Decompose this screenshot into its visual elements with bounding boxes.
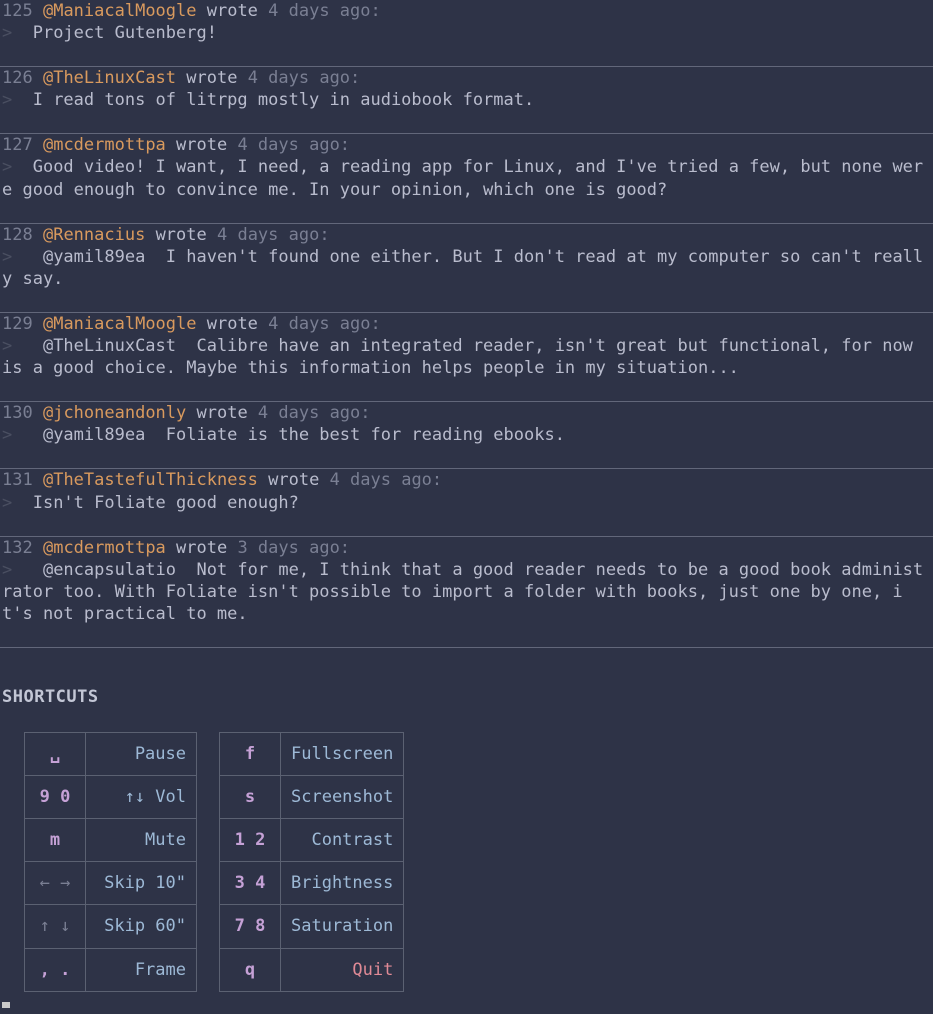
comment-header: 132 @mcdermottpa wrote 3 days ago: xyxy=(2,537,931,559)
comment-number: 125 xyxy=(2,1,33,21)
shortcut-desc: Brightness xyxy=(281,862,404,905)
comment-number: 132 xyxy=(2,538,33,558)
shortcuts-heading: SHORTCUTS xyxy=(0,686,933,708)
comment-number: 128 xyxy=(2,225,33,245)
shortcut-row: , .Frame xyxy=(25,948,197,991)
comment-user[interactable]: @Rennacius xyxy=(43,225,145,245)
comment-user[interactable]: @mcdermottpa xyxy=(43,538,166,558)
comment-number: 131 xyxy=(2,470,33,490)
shortcut-desc: Skip 10" xyxy=(86,862,197,905)
shortcut-row: 1 2Contrast xyxy=(220,819,404,862)
shortcut-row: qQuit xyxy=(220,948,404,991)
shortcut-key: 1 2 xyxy=(220,819,281,862)
comment-number: 127 xyxy=(2,135,33,155)
shortcut-desc: Mute xyxy=(86,819,197,862)
comment-user[interactable]: @ManiacalMoogle xyxy=(43,1,197,21)
comment-header: 126 @TheLinuxCast wrote 4 days ago: xyxy=(2,67,931,89)
comment-body: > @yamil89ea I haven't found one either.… xyxy=(2,246,931,290)
comment-header: 127 @mcdermottpa wrote 4 days ago: xyxy=(2,134,931,156)
comment-timestamp: 4 days ago: xyxy=(237,135,350,155)
shortcut-desc: Pause xyxy=(86,733,197,776)
comment-body: > I read tons of litrpg mostly in audiob… xyxy=(2,89,931,111)
comment-header: 130 @jchoneandonly wrote 4 days ago: xyxy=(2,402,931,424)
comment-body: > Isn't Foliate good enough? xyxy=(2,492,931,514)
comment-wrote: wrote xyxy=(145,225,217,245)
shortcut-desc: Frame xyxy=(86,948,197,991)
shortcut-row: ← →Skip 10" xyxy=(25,862,197,905)
shortcut-desc: Quit xyxy=(281,948,404,991)
comment: 127 @mcdermottpa wrote 4 days ago:> Good… xyxy=(0,134,933,223)
comment-user[interactable]: @mcdermottpa xyxy=(43,135,166,155)
comment-timestamp: 4 days ago: xyxy=(217,225,330,245)
shortcut-row: fFullscreen xyxy=(220,733,404,776)
shortcut-key: ↑ ↓ xyxy=(25,905,86,948)
comment-user[interactable]: @TheLinuxCast xyxy=(43,68,176,88)
comment-body: > @encapsulatio Not for me, I think that… xyxy=(2,559,931,625)
comment-header: 131 @TheTastefulThickness wrote 4 days a… xyxy=(2,469,931,491)
comment-body: > Project Gutenberg! xyxy=(2,22,931,44)
shortcuts-table-left: ␣Pause9 0↑↓ VolmMute← →Skip 10"↑ ↓Skip 6… xyxy=(24,732,197,992)
comment-user[interactable]: @jchoneandonly xyxy=(43,403,186,423)
comment-wrote: wrote xyxy=(176,68,248,88)
comment-user[interactable]: @TheTastefulThickness xyxy=(43,470,258,490)
comment-wrote: wrote xyxy=(258,470,330,490)
comment-timestamp: 4 days ago: xyxy=(268,1,381,21)
comment: 126 @TheLinuxCast wrote 4 days ago:> I r… xyxy=(0,67,933,134)
comment-timestamp: 4 days ago: xyxy=(258,403,371,423)
comment-number: 130 xyxy=(2,403,33,423)
shortcut-key: 7 8 xyxy=(220,905,281,948)
comment-timestamp: 4 days ago: xyxy=(268,314,381,334)
comment: 128 @Rennacius wrote 4 days ago:> @yamil… xyxy=(0,224,933,313)
shortcut-key: ← → xyxy=(25,862,86,905)
shortcut-row: ↑ ↓Skip 60" xyxy=(25,905,197,948)
terminal-cursor xyxy=(2,1002,10,1008)
comment-wrote: wrote xyxy=(166,538,238,558)
shortcut-key: s xyxy=(220,776,281,819)
shortcut-key: m xyxy=(25,819,86,862)
shortcuts-tables: ␣Pause9 0↑↓ VolmMute← →Skip 10"↑ ↓Skip 6… xyxy=(0,732,933,992)
shortcut-desc: Screenshot xyxy=(281,776,404,819)
shortcut-desc: Saturation xyxy=(281,905,404,948)
shortcut-desc: Skip 60" xyxy=(86,905,197,948)
shortcut-key: q xyxy=(220,948,281,991)
shortcut-row: sScreenshot xyxy=(220,776,404,819)
comment: 132 @mcdermottpa wrote 3 days ago:> @enc… xyxy=(0,537,933,648)
comment-number: 129 xyxy=(2,314,33,334)
shortcut-row: mMute xyxy=(25,819,197,862)
comment-body: > @yamil89ea Foliate is the best for rea… xyxy=(2,424,931,446)
shortcut-key: , . xyxy=(25,948,86,991)
shortcuts-table-right: fFullscreensScreenshot1 2Contrast3 4Brig… xyxy=(219,732,404,992)
comment-body: > Good video! I want, I need, a reading … xyxy=(2,156,931,200)
shortcut-desc: Fullscreen xyxy=(281,733,404,776)
shortcut-row: ␣Pause xyxy=(25,733,197,776)
shortcut-desc: ↑↓ Vol xyxy=(86,776,197,819)
comment: 129 @ManiacalMoogle wrote 4 days ago:> @… xyxy=(0,313,933,402)
comment-wrote: wrote xyxy=(197,314,269,334)
comments-list: 125 @ManiacalMoogle wrote 4 days ago:> P… xyxy=(0,0,933,648)
comment-number: 126 xyxy=(2,68,33,88)
comment-header: 129 @ManiacalMoogle wrote 4 days ago: xyxy=(2,313,931,335)
comment-header: 125 @ManiacalMoogle wrote 4 days ago: xyxy=(2,0,931,22)
shortcut-row: 9 0↑↓ Vol xyxy=(25,776,197,819)
comment: 130 @jchoneandonly wrote 4 days ago:> @y… xyxy=(0,402,933,469)
comment-timestamp: 4 days ago: xyxy=(330,470,443,490)
comment-body: > @TheLinuxCast Calibre have an integrat… xyxy=(2,335,931,379)
comment-wrote: wrote xyxy=(186,403,258,423)
shortcut-key: f xyxy=(220,733,281,776)
shortcut-row: 7 8Saturation xyxy=(220,905,404,948)
shortcut-row: 3 4Brightness xyxy=(220,862,404,905)
shortcut-desc: Contrast xyxy=(281,819,404,862)
shortcut-key: 3 4 xyxy=(220,862,281,905)
comment-timestamp: 3 days ago: xyxy=(237,538,350,558)
comment-wrote: wrote xyxy=(197,1,269,21)
comment-header: 128 @Rennacius wrote 4 days ago: xyxy=(2,224,931,246)
comment: 125 @ManiacalMoogle wrote 4 days ago:> P… xyxy=(0,0,933,67)
shortcut-key: ␣ xyxy=(25,733,86,776)
comment-user[interactable]: @ManiacalMoogle xyxy=(43,314,197,334)
comment: 131 @TheTastefulThickness wrote 4 days a… xyxy=(0,469,933,536)
comment-wrote: wrote xyxy=(166,135,238,155)
shortcut-key: 9 0 xyxy=(25,776,86,819)
comment-timestamp: 4 days ago: xyxy=(248,68,361,88)
